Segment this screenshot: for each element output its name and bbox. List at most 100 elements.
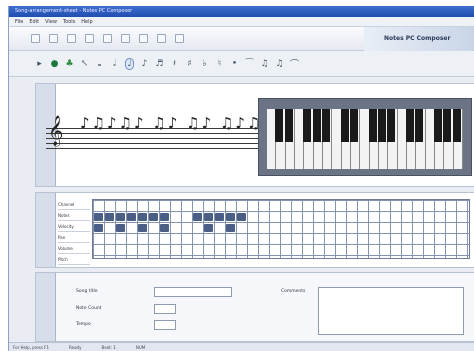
row-label: Velocity — [58, 221, 90, 232]
grid-cell-filled[interactable] — [215, 213, 224, 221]
tempo-stepper[interactable] — [154, 320, 176, 330]
tie-icon[interactable]: ⁀ — [245, 58, 254, 70]
grid-cell-filled[interactable] — [127, 213, 136, 221]
brand-banner: Notes PC Composer — [364, 27, 474, 51]
black-key[interactable] — [387, 109, 396, 142]
slur-icon[interactable]: ⌒ — [290, 58, 299, 70]
new-icon[interactable] — [31, 34, 40, 43]
row-label: Pan — [58, 232, 90, 243]
note-grid[interactable] — [92, 199, 470, 259]
black-key[interactable] — [368, 109, 377, 142]
main-toolbar: Notes PC Composer — [9, 27, 474, 51]
grid-cell-filled[interactable] — [138, 213, 147, 221]
menu-tools[interactable]: Tools — [63, 19, 75, 25]
grid-cell-filled[interactable] — [226, 213, 235, 221]
grid-cell-filled[interactable] — [226, 224, 235, 232]
menu-help[interactable]: Help — [81, 19, 92, 25]
black-key[interactable] — [284, 109, 293, 142]
grid-cell-filled[interactable] — [160, 224, 169, 232]
open-icon[interactable] — [49, 34, 58, 43]
triplet-icon[interactable]: ♫ — [260, 58, 269, 70]
redo-icon[interactable] — [157, 34, 166, 43]
black-key[interactable] — [312, 109, 321, 142]
grid-cell-filled[interactable] — [138, 224, 147, 232]
app-window: Song-arrangement-sheet - Notes PC Compos… — [8, 6, 474, 351]
row-label: Pitch — [58, 254, 90, 265]
black-key[interactable] — [349, 109, 358, 142]
row-label: Notes — [58, 210, 90, 221]
song-title-label: Song title — [76, 289, 98, 294]
black-key[interactable] — [415, 109, 424, 142]
staff-notes[interactable]: ♪♫♪♫♪ ♫♪ ♫♪ ♫♪♫ — [80, 114, 262, 132]
cut-icon[interactable] — [85, 34, 94, 43]
status-num: NUM — [135, 345, 146, 350]
sixteenth-note-icon[interactable]: ♬ — [155, 58, 164, 70]
black-key[interactable] — [274, 109, 283, 142]
black-key[interactable] — [406, 109, 415, 142]
black-key[interactable] — [378, 109, 387, 142]
whole-note-icon[interactable]: 𝅝 — [95, 58, 104, 70]
play-icon[interactable]: ▸ — [35, 58, 44, 70]
grid-cell-filled[interactable] — [116, 213, 125, 221]
black-key[interactable] — [452, 109, 461, 142]
copy-icon[interactable] — [103, 34, 112, 43]
dot-icon[interactable]: • — [230, 58, 239, 70]
grid-cell-filled[interactable] — [193, 213, 202, 221]
staff-panel: 𝄞 ♪♫♪♫♪ ♫♪ ♫♪ ♫♪♫ — [35, 83, 474, 187]
quarter-note-icon[interactable]: ♩ — [125, 57, 134, 70]
row-label: Channel — [58, 199, 90, 210]
grid-icon[interactable] — [175, 34, 184, 43]
grid-cell-filled[interactable] — [116, 224, 125, 232]
menu-file[interactable]: File — [15, 19, 23, 25]
chord-icon[interactable]: ♣ — [65, 58, 74, 70]
grid-cell-filled[interactable] — [204, 213, 213, 221]
properties-panel: Song title Note Count Tempo Comments — [35, 272, 474, 342]
title-bar: Song-arrangement-sheet - Notes PC Compos… — [9, 6, 474, 17]
comments-textarea[interactable] — [318, 287, 464, 335]
window-title: Song-arrangement-sheet - Notes PC Compos… — [15, 8, 133, 14]
piano-keyboard — [258, 98, 472, 176]
note-count-label: Note Count — [76, 306, 102, 311]
menu-edit[interactable]: Edit — [29, 19, 39, 25]
save-icon[interactable] — [67, 34, 76, 43]
status-ready: Ready — [69, 345, 82, 350]
piano-keys — [267, 109, 463, 169]
eighth-note-icon[interactable]: ♪ — [140, 58, 149, 70]
record-icon[interactable]: ● — [50, 58, 59, 70]
rest-icon[interactable]: 𝄽 — [170, 58, 179, 70]
pointer-icon[interactable]: ↖ — [80, 58, 89, 70]
black-key[interactable] — [340, 109, 349, 142]
status-beat: Beat: 1 — [101, 345, 116, 350]
tempo-label: Tempo — [76, 322, 91, 327]
status-help: For Help, press F1 — [13, 345, 50, 350]
black-key[interactable] — [321, 109, 330, 142]
undo-icon[interactable] — [139, 34, 148, 43]
grid-cell-filled[interactable] — [204, 224, 213, 232]
grid-row-labels: Channel Notes Velocity Pan Volume Pitch — [58, 199, 90, 265]
grid-side-strip — [36, 193, 56, 267]
note-toolbar: ▸ ● ♣ ↖ 𝅝 𝅗𝅥 ♩ ♪ ♬ 𝄽 ♯ ♭ ♮ • ⁀ ♫ ♫ ⌒ — [9, 51, 474, 77]
beam-icon[interactable]: ♫ — [275, 58, 284, 70]
row-label: Volume — [58, 243, 90, 254]
status-bar: For Help, press F1 Ready Beat: 1 NUM — [9, 342, 474, 351]
black-key[interactable] — [434, 109, 443, 142]
flat-icon[interactable]: ♭ — [200, 58, 209, 70]
half-note-icon[interactable]: 𝅗𝅥 — [110, 58, 119, 70]
black-key[interactable] — [443, 109, 452, 142]
treble-clef-icon: 𝄞 — [48, 116, 64, 146]
sharp-icon[interactable]: ♯ — [185, 58, 194, 70]
menu-bar: File Edit View Tools Help — [9, 17, 474, 27]
grid-cell-filled[interactable] — [94, 213, 103, 221]
props-side-strip — [36, 273, 56, 341]
menu-view[interactable]: View — [45, 19, 57, 25]
grid-cell-filled[interactable] — [149, 213, 158, 221]
grid-cell-filled[interactable] — [237, 213, 246, 221]
grid-cell-filled[interactable] — [160, 213, 169, 221]
grid-cell-filled[interactable] — [94, 224, 103, 232]
song-title-field[interactable] — [154, 287, 232, 297]
paste-icon[interactable] — [121, 34, 130, 43]
black-key[interactable] — [303, 109, 312, 142]
note-count-stepper[interactable] — [154, 304, 176, 314]
natural-icon[interactable]: ♮ — [215, 58, 224, 70]
grid-cell-filled[interactable] — [105, 213, 114, 221]
